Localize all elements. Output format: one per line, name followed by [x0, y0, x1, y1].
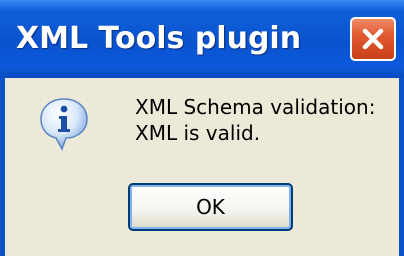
- dialog-window: XML Tools plugin XML Schema validation: …: [0, 0, 404, 256]
- title-bar[interactable]: XML Tools plugin: [0, 0, 404, 78]
- close-icon: [362, 28, 384, 50]
- ok-button-label: OK: [196, 195, 225, 219]
- ok-button[interactable]: OK: [128, 183, 293, 231]
- dialog-title: XML Tools plugin: [16, 21, 302, 56]
- message-line-1: XML Schema validation:: [135, 95, 376, 119]
- close-button[interactable]: [350, 17, 396, 61]
- message-text: XML Schema validation: XML is valid.: [135, 94, 375, 146]
- window-frame-right: [399, 78, 404, 256]
- information-icon: [40, 98, 88, 151]
- message-line-2: XML is valid.: [135, 121, 261, 145]
